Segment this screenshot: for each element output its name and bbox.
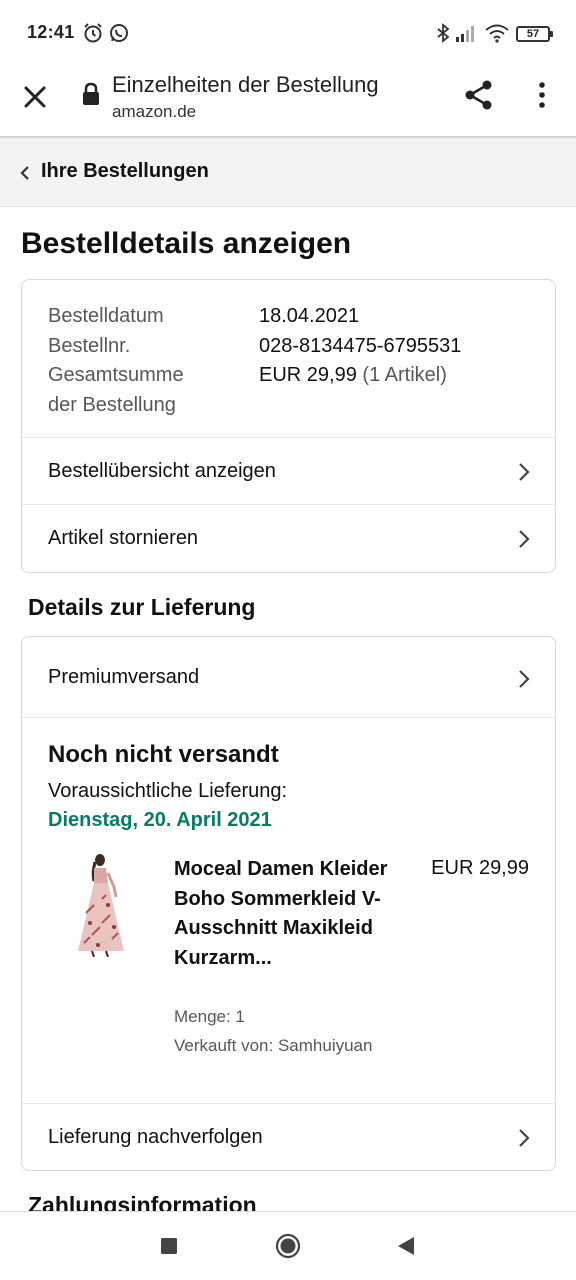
breadcrumb-label[interactable]: Ihre Bestellungen [41,160,209,183]
lock-icon[interactable] [80,82,102,106]
product-title[interactable]: Moceal Damen Kleider Boho Sommerkleid V-… [174,855,406,973]
chevron-right-icon [519,463,530,481]
chevron-right-icon [519,670,530,688]
status-bar: 12:41 57 [0,0,576,66]
order-number-value: 028-8134475-6795531 [259,334,462,357]
breadcrumb[interactable]: Ihre Bestellungen [0,139,576,207]
browser-toolbar: Einzelheiten der Bestellung amazon.de [0,66,576,136]
back-icon[interactable] [392,1232,420,1260]
order-total-label: Gesamtsumme der Bestellung [48,361,259,420]
order-total-items: (1 Artikel) [362,364,447,386]
share-icon[interactable] [462,78,496,112]
eta-label: Voraussichtliche Lieferung: [48,780,288,802]
track-delivery-link[interactable]: Lieferung nachverfolgen [22,1103,555,1170]
shipping-method-label: Premiumversand [48,666,200,688]
order-summary-label: Bestellübersicht anzeigen [48,460,276,482]
status-time: 12:41 [27,22,75,42]
recent-apps-icon[interactable] [155,1232,183,1260]
system-nav-bar [0,1211,576,1280]
chevron-right-icon [519,530,530,548]
product-quantity: Menge: 1 [174,1007,245,1026]
product-price: EUR 29,99 [431,857,529,879]
home-icon[interactable] [274,1232,302,1260]
battery-indicator: 57 [516,26,553,42]
cancel-items-label: Artikel stornieren [48,527,199,549]
order-total-label-line2: der Bestellung [48,393,176,416]
order-total-amount: EUR 29,99 [259,364,357,386]
order-total-label-line1: Gesamtsumme [48,364,184,386]
page-title: Bestelldetails anzeigen [21,227,352,260]
url-text[interactable]: amazon.de [112,102,196,122]
delivery-heading: Details zur Lieferung [28,594,256,620]
wifi-icon [485,24,509,43]
order-date-label: Bestelldatum [48,305,164,327]
chevron-right-icon [519,1129,530,1147]
eta-date: Dienstag, 20. April 2021 [48,809,272,831]
shipping-method-link[interactable]: Premiumversand [22,637,555,717]
order-number-label: Bestellnr. [48,334,131,357]
shipment-status: Noch nicht versandt [48,741,279,768]
signal-icon [456,26,474,42]
divider [22,717,555,718]
cancel-items-link[interactable]: Artikel stornieren [22,504,555,572]
order-summary-link[interactable]: Bestellübersicht anzeigen [22,437,555,505]
chevron-left-icon [20,166,29,180]
whatsapp-icon [110,24,128,42]
track-delivery-label: Lieferung nachverfolgen [48,1126,263,1148]
page-tab-title: Einzelheiten der Bestellung [112,72,379,97]
alarm-icon [84,23,102,43]
order-date-value: 18.04.2021 [259,305,360,327]
bluetooth-icon [437,23,450,43]
close-icon[interactable] [20,82,50,112]
product-seller: Verkauft von: Samhuiyuan [174,1036,373,1055]
order-total-value: EUR 29,99 (1 Artikel) [259,361,447,420]
product-image[interactable] [72,853,132,957]
order-info-card: Bestelldatum 18.04.2021 Bestellnr. 028-8… [21,279,556,573]
order-info-grid: Bestelldatum 18.04.2021 Bestellnr. 028-8… [48,302,461,420]
more-options-icon[interactable] [530,80,554,110]
delivery-card: Premiumversand Noch nicht versandt Vorau… [21,636,556,1171]
